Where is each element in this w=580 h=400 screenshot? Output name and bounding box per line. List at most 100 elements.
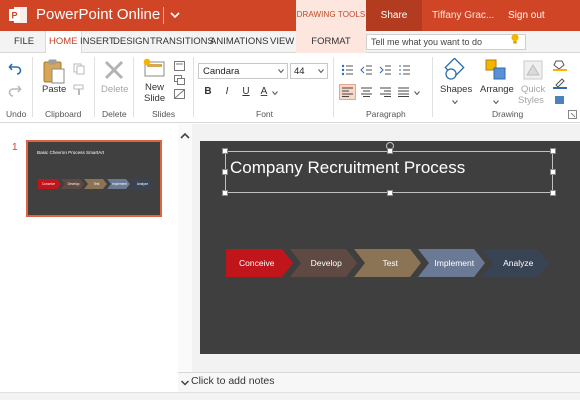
chevron-process-smartart[interactable]: Conceive Develop Test Implement Analyze bbox=[226, 249, 556, 281]
chevron-down-icon[interactable] bbox=[180, 378, 190, 388]
align-left-button[interactable] bbox=[339, 84, 356, 100]
shape-outline-icon[interactable] bbox=[553, 77, 567, 89]
chevron-step-label: Implement bbox=[434, 258, 474, 268]
chevron-step-label: Test bbox=[94, 182, 100, 186]
format-painter-icon[interactable] bbox=[73, 84, 85, 96]
font-size-value: 44 bbox=[294, 66, 305, 77]
resize-handle[interactable] bbox=[387, 190, 393, 196]
resize-handle[interactable] bbox=[222, 169, 228, 175]
tab-animations[interactable]: ANIMATIONS bbox=[210, 36, 268, 47]
align-center-icon[interactable] bbox=[361, 87, 372, 97]
chevron-down-icon[interactable] bbox=[414, 90, 420, 96]
chevron-step-label: Analyze bbox=[503, 258, 534, 268]
tab-insert[interactable]: INSERT bbox=[80, 36, 115, 47]
drawing-group-label: Drawing bbox=[492, 109, 524, 119]
chevron-down-icon bbox=[278, 69, 284, 74]
group-divider bbox=[333, 57, 334, 117]
dialog-launcher-icon[interactable] bbox=[568, 110, 577, 119]
ribbon: Undo Paste Clipboard Delete Delete New S… bbox=[0, 53, 580, 123]
delete-button[interactable]: Delete bbox=[101, 84, 128, 95]
arrange-icon[interactable] bbox=[484, 58, 508, 82]
thumbnail-scrollbar[interactable] bbox=[178, 124, 192, 372]
title-placeholder[interactable]: Company Recruitment Process bbox=[222, 142, 556, 196]
drawing-tools-context-label: DRAWING TOOLS bbox=[296, 0, 366, 31]
sign-out-link[interactable]: Sign out bbox=[508, 10, 545, 21]
duplicate-slide-icon[interactable] bbox=[174, 75, 185, 85]
undo-group-label: Undo bbox=[6, 109, 27, 119]
resize-handle[interactable] bbox=[387, 148, 393, 154]
increase-indent-icon[interactable] bbox=[379, 64, 392, 76]
paragraph-group-label: Paragraph bbox=[366, 109, 406, 119]
bold-button[interactable]: B bbox=[201, 85, 215, 99]
group-divider bbox=[193, 57, 194, 117]
chevron-step-label: Implement bbox=[112, 182, 127, 186]
powerpoint-logo-icon: P bbox=[9, 7, 27, 23]
decrease-indent-icon[interactable] bbox=[360, 64, 373, 76]
italic-button[interactable]: I bbox=[220, 85, 234, 99]
slide-editor: Company Recruitment Process Conceive Deve… bbox=[192, 124, 580, 372]
undo-icon[interactable] bbox=[8, 61, 22, 75]
shapes-button[interactable]: Shapes bbox=[440, 84, 472, 95]
shape-fill-icon[interactable] bbox=[553, 59, 567, 71]
quick-styles-icon[interactable] bbox=[521, 58, 545, 82]
resize-handle[interactable] bbox=[550, 148, 556, 154]
chevron-step-label: Analyze bbox=[137, 182, 149, 186]
copy-icon[interactable] bbox=[73, 63, 85, 75]
chevron-step-label: Develop bbox=[68, 182, 80, 186]
chevron-step-label: Develop bbox=[311, 258, 342, 268]
align-left-icon bbox=[342, 87, 353, 97]
resize-handle[interactable] bbox=[550, 190, 556, 196]
chevron-down-icon bbox=[493, 100, 499, 105]
hide-slide-icon[interactable] bbox=[174, 89, 185, 99]
tab-design[interactable]: DESIGN bbox=[113, 36, 149, 47]
new-slide-icon[interactable] bbox=[142, 58, 166, 78]
resize-handle[interactable] bbox=[222, 148, 228, 154]
slide-title[interactable]: Company Recruitment Process bbox=[230, 158, 465, 178]
font-size-select[interactable]: 44 bbox=[290, 63, 328, 79]
new-slide-button-line2[interactable]: Slide bbox=[144, 93, 165, 104]
share-button[interactable]: Share bbox=[366, 0, 422, 31]
paste-button[interactable]: Paste bbox=[42, 84, 66, 95]
slide-thumbnail[interactable]: Basic Chevron Process SmartArt Conceive D… bbox=[26, 140, 162, 217]
resize-handle[interactable] bbox=[550, 169, 556, 175]
paste-icon[interactable] bbox=[42, 58, 66, 84]
chevron-down-icon[interactable] bbox=[168, 8, 182, 22]
justify-icon[interactable] bbox=[398, 87, 409, 97]
quick-styles-button-line2[interactable]: Styles bbox=[518, 95, 544, 106]
quick-styles-button-line1[interactable]: Quick bbox=[521, 84, 545, 95]
chevron-up-icon[interactable] bbox=[179, 130, 191, 142]
thumbnail-chevron-process: Conceive Develop Test Implement Analyze bbox=[38, 179, 153, 189]
slide-number: 1 bbox=[12, 142, 18, 153]
resize-handle[interactable] bbox=[222, 190, 228, 196]
redo-icon[interactable] bbox=[8, 83, 22, 97]
bullets-icon[interactable] bbox=[341, 64, 354, 76]
shapes-icon[interactable] bbox=[442, 58, 468, 82]
slides-group-label: Slides bbox=[152, 109, 176, 119]
underline-button[interactable]: U bbox=[239, 85, 253, 99]
notes-placeholder[interactable]: Click to add notes bbox=[191, 375, 274, 387]
delete-x-icon[interactable] bbox=[103, 59, 125, 81]
tab-home[interactable]: HOME bbox=[45, 31, 82, 53]
new-slide-button-line1[interactable]: New bbox=[145, 82, 164, 93]
clipboard-group-label: Clipboard bbox=[45, 109, 82, 119]
tell-me-search-input[interactable]: Tell me what you want to do bbox=[366, 34, 526, 50]
notes-pane[interactable]: Click to add notes bbox=[178, 372, 580, 392]
align-right-icon[interactable] bbox=[380, 87, 391, 97]
shape-effects-icon[interactable] bbox=[553, 94, 567, 106]
thumbnail-title: Basic Chevron Process SmartArt bbox=[37, 150, 105, 155]
layout-icon[interactable] bbox=[174, 61, 185, 71]
app-name[interactable]: PowerPoint Online bbox=[36, 6, 160, 23]
tab-file[interactable]: FILE bbox=[14, 36, 34, 47]
tab-format[interactable]: FORMAT bbox=[296, 31, 366, 53]
title-bar: P PowerPoint Online DRAWING TOOLS Share … bbox=[0, 0, 580, 31]
font-color-button[interactable]: A bbox=[257, 85, 271, 99]
tab-transitions[interactable]: TRANSITIONS bbox=[150, 36, 214, 47]
slide-canvas[interactable]: Company Recruitment Process Conceive Deve… bbox=[200, 141, 580, 354]
user-name[interactable]: Tiffany Grac... bbox=[432, 10, 494, 21]
font-family-select[interactable]: Candara bbox=[198, 63, 288, 79]
arrange-button[interactable]: Arrange bbox=[480, 84, 514, 95]
numbering-icon[interactable] bbox=[398, 64, 411, 76]
delete-group-label: Delete bbox=[102, 109, 127, 119]
chevron-down-icon[interactable] bbox=[272, 90, 278, 96]
tab-view[interactable]: VIEW bbox=[270, 36, 294, 47]
